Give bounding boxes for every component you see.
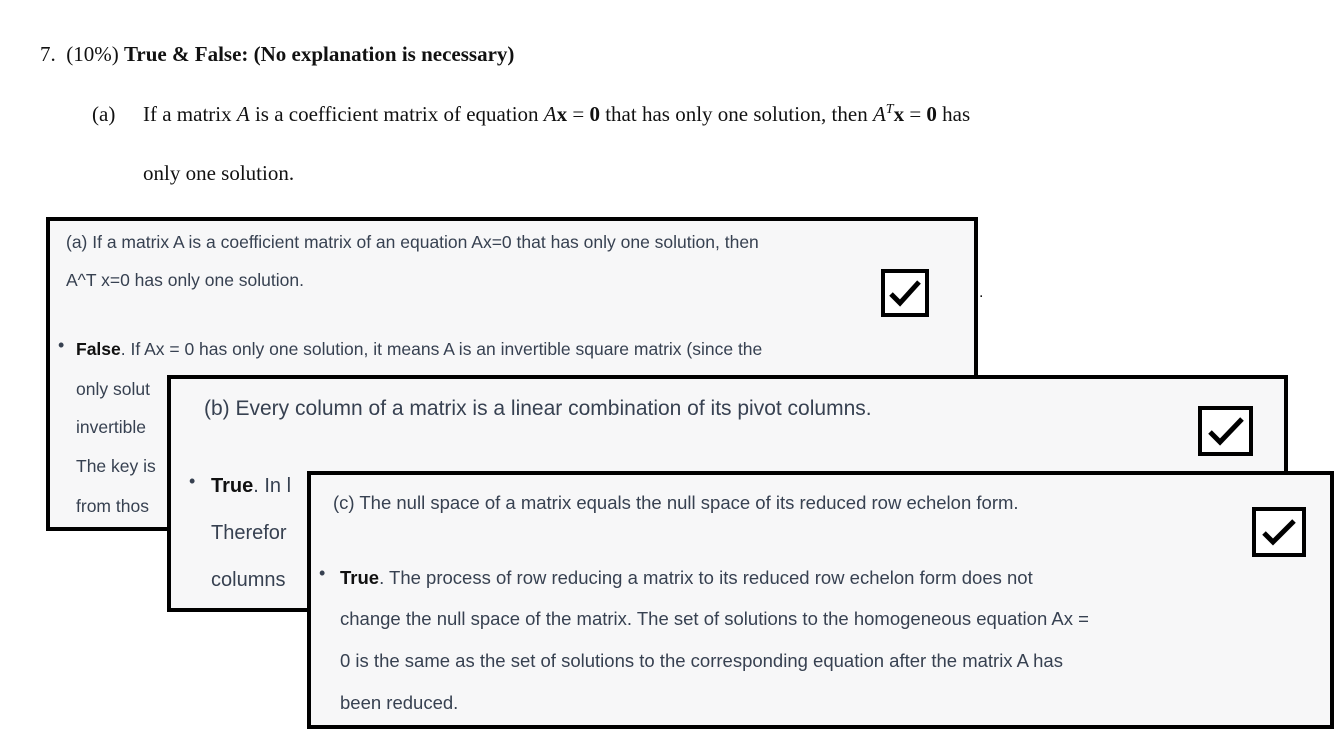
question-number: 7. (40, 42, 56, 66)
part-a-text-4: has (936, 102, 971, 126)
math-x: x (556, 102, 568, 126)
math-equals: = (567, 102, 590, 126)
panel-a-answer-line-1: False. If Ax = 0 has only one solution, … (76, 339, 762, 360)
panel-a-question-line-2: A^T x=0 has only one solution. (66, 270, 304, 290)
part-a-label: (a) (92, 102, 116, 126)
panel-b-question: (b) Every column of a matrix is a linear… (204, 397, 872, 420)
verdict-label: True (340, 567, 380, 588)
math-a: A (872, 102, 886, 126)
verdict-label: True (211, 475, 254, 497)
checkbox-checked-icon (881, 269, 929, 317)
panel-a-answer-line-2: only solut (76, 379, 150, 399)
checkbox-checked-icon (1252, 507, 1306, 557)
math-zero: 0 (589, 102, 600, 126)
panel-c-answer-text: . The process of row reducing a matrix t… (379, 567, 1033, 588)
bullet-icon: • (319, 563, 326, 583)
panel-c-answer-line-3: 0 is the same as the set of solutions to… (340, 650, 1063, 671)
panel-b-answer-line-2: Therefor (211, 522, 287, 544)
part-a-text-1: If a matrix (143, 102, 237, 126)
panel-c-answer-line-4: been reduced. (340, 692, 459, 713)
answer-panel-c: (c) The null space of a matrix equals th… (307, 471, 1334, 729)
panel-c-answer-line-1: True. The process of row reducing a matr… (340, 567, 1033, 589)
panel-c-question: (c) The null space of a matrix equals th… (333, 492, 1019, 513)
panel-a-answer-line-5: from thos (76, 496, 149, 516)
part-a-text-3: that has only one solution, then (599, 102, 873, 126)
math-x: x (893, 102, 905, 126)
question-part-a: (a) If a matrix A is a coefficient matrix… (92, 102, 970, 127)
panel-a-answer-line-4: The key is (76, 456, 156, 476)
math-a: A (543, 102, 557, 126)
panel-a-answer-line-3: invertible (76, 417, 147, 437)
panel-b-answer-line-1: True. In l (211, 475, 291, 498)
part-a-line-2: only one solution. (143, 161, 295, 185)
bullet-icon: • (189, 471, 196, 491)
verdict-label: False (76, 339, 121, 359)
question-title: True & False: (No explanation is necessa… (123, 42, 515, 66)
panel-b-answer-text: . In l (253, 475, 292, 497)
checkbox-checked-icon (1198, 406, 1253, 456)
math-zero: 0 (926, 102, 937, 126)
panel-c-answer-line-2: change the null space of the matrix. The… (340, 608, 1089, 629)
panel-a-question-line-1: (a) If a matrix A is a coefficient matri… (66, 232, 759, 252)
math-equals: = (904, 102, 927, 126)
math-a: A (236, 102, 250, 126)
bullet-icon: • (58, 335, 65, 355)
part-a-text-2: is a coefficient matrix of equation (249, 102, 544, 126)
panel-b-answer-line-3: columns (211, 569, 286, 591)
question-weight: (10%) (66, 42, 119, 66)
stray-mark: . (979, 284, 984, 301)
question-heading: 7. (10%) True & False: (No explanation i… (40, 42, 514, 67)
math-transpose: T (885, 102, 894, 117)
panel-a-answer-text: . If Ax = 0 has only one solution, it me… (120, 339, 763, 359)
